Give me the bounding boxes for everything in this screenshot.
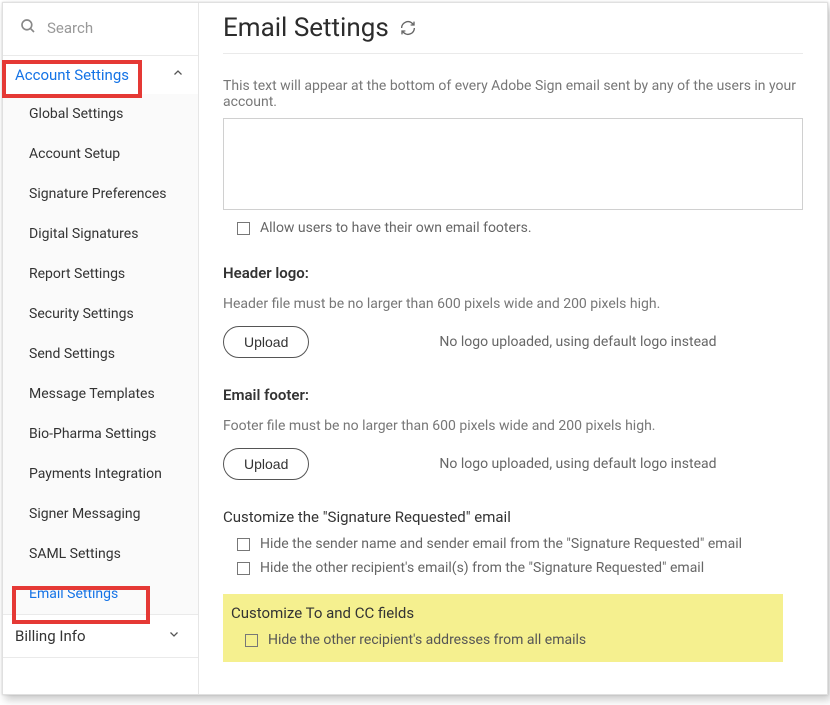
sig-requested-hide-sender-row[interactable]: Hide the sender name and sender email fr… <box>223 536 803 552</box>
search-box[interactable]: Search <box>3 3 198 56</box>
checkbox-icon <box>237 222 250 235</box>
account-settings-subitems: Global Settings Account Setup Signature … <box>3 94 198 614</box>
sidebar-item-message-templates[interactable]: Message Templates <box>3 374 198 414</box>
sidebar-item-report-settings[interactable]: Report Settings <box>3 254 198 294</box>
email-footer-upload-button[interactable]: Upload <box>223 448 309 480</box>
sidebar: Search Account Settings Global Settings … <box>3 3 199 694</box>
refresh-icon[interactable] <box>399 19 417 37</box>
header-logo-status: No logo uploaded, using default logo ins… <box>439 334 716 350</box>
sig-requested-opt1-label: Hide the sender name and sender email fr… <box>260 536 742 552</box>
sidebar-item-signature-preferences[interactable]: Signature Preferences <box>3 174 198 214</box>
page-title: Email Settings <box>223 13 803 54</box>
main-content: Email Settings This text will appear at … <box>199 3 827 694</box>
chevron-up-icon <box>172 67 184 83</box>
footer-text-input[interactable] <box>223 118 803 210</box>
billing-info-header[interactable]: Billing Info <box>3 614 198 658</box>
checkbox-icon <box>245 634 258 647</box>
email-footer-status: No logo uploaded, using default logo ins… <box>439 456 716 472</box>
to-cc-hide-recipients-row[interactable]: Hide the other recipient's addresses fro… <box>231 632 769 648</box>
account-settings-header[interactable]: Account Settings <box>3 56 198 94</box>
sidebar-item-signer-messaging[interactable]: Signer Messaging <box>3 494 198 534</box>
chevron-down-icon <box>168 628 180 644</box>
sig-requested-title: Customize the "Signature Requested" emai… <box>223 508 803 526</box>
sidebar-item-send-settings[interactable]: Send Settings <box>3 334 198 374</box>
account-settings-label: Account Settings <box>15 66 129 84</box>
search-icon <box>19 17 37 39</box>
footer-help-text: This text will appear at the bottom of e… <box>223 78 803 110</box>
sig-requested-opt2-label: Hide the other recipient's email(s) from… <box>260 560 704 576</box>
header-logo-upload-button[interactable]: Upload <box>223 326 309 358</box>
email-footer-title: Email footer: <box>223 386 803 404</box>
search-placeholder: Search <box>47 19 93 37</box>
page-title-text: Email Settings <box>223 13 389 43</box>
sidebar-item-global-settings[interactable]: Global Settings <box>3 94 198 134</box>
sidebar-item-security-settings[interactable]: Security Settings <box>3 294 198 334</box>
checkbox-icon <box>237 538 250 551</box>
sidebar-item-saml-settings[interactable]: SAML Settings <box>3 534 198 574</box>
sidebar-item-email-settings[interactable]: Email Settings <box>3 574 198 614</box>
header-logo-hint: Header file must be no larger than 600 p… <box>223 296 803 312</box>
sidebar-item-payments-integration[interactable]: Payments Integration <box>3 454 198 494</box>
sidebar-item-digital-signatures[interactable]: Digital Signatures <box>3 214 198 254</box>
header-logo-title: Header logo: <box>223 264 803 282</box>
email-footer-hint: Footer file must be no larger than 600 p… <box>223 418 803 434</box>
allow-own-footers-label: Allow users to have their own email foot… <box>260 220 532 236</box>
allow-own-footers-row[interactable]: Allow users to have their own email foot… <box>223 220 803 236</box>
checkbox-icon <box>237 562 250 575</box>
sig-requested-hide-recipients-row[interactable]: Hide the other recipient's email(s) from… <box>223 560 803 576</box>
to-cc-opt1-label: Hide the other recipient's addresses fro… <box>268 632 586 648</box>
sidebar-item-bio-pharma-settings[interactable]: Bio-Pharma Settings <box>3 414 198 454</box>
sidebar-item-account-setup[interactable]: Account Setup <box>3 134 198 174</box>
to-cc-highlight-block: Customize To and CC fields Hide the othe… <box>223 594 783 662</box>
to-cc-title: Customize To and CC fields <box>231 604 769 622</box>
billing-info-label: Billing Info <box>15 627 86 645</box>
